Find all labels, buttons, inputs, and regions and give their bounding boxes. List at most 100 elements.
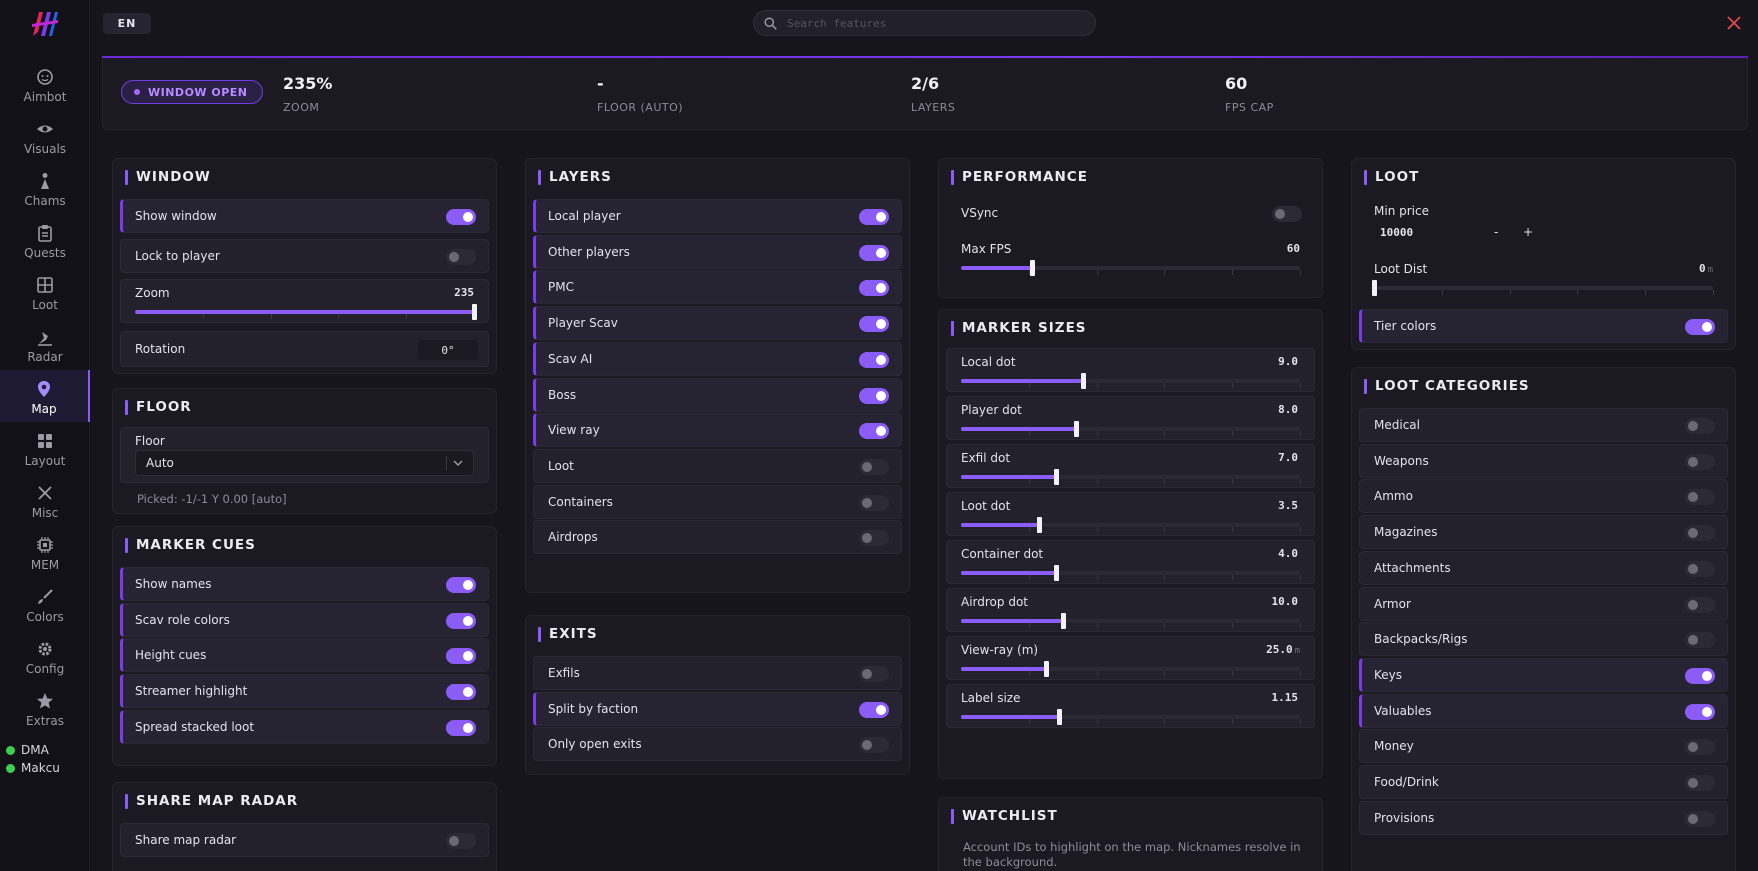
toggle-row[interactable]: Scav AI <box>533 341 902 376</box>
toggle-switch[interactable] <box>1685 560 1715 577</box>
size-slider[interactable] <box>961 469 1301 485</box>
slider-thumb[interactable] <box>1053 469 1059 485</box>
size-slider[interactable] <box>961 421 1301 437</box>
toggle-row[interactable]: Provisions <box>1359 800 1728 835</box>
nav-item-visuals[interactable]: Visuals <box>0 110 90 162</box>
nav-item-mem[interactable]: MEM <box>0 526 90 578</box>
lock-to-player-row[interactable]: Lock to player <box>120 239 489 273</box>
show-window-row[interactable]: Show window <box>120 199 489 233</box>
toggle-row[interactable]: Weapons <box>1359 443 1728 478</box>
toggle-row[interactable]: Other players <box>533 234 902 269</box>
toggle-row[interactable]: Share map radar <box>120 823 489 857</box>
toggle-switch[interactable] <box>1685 525 1715 542</box>
loot-dist-slider[interactable] <box>1372 280 1714 296</box>
toggle-row[interactable]: Show names <box>120 567 489 601</box>
size-slider[interactable] <box>961 517 1301 533</box>
toggle-switch[interactable] <box>1685 489 1715 506</box>
toggle-row[interactable]: Only open exits <box>533 727 902 762</box>
zoom-slider[interactable] <box>135 304 477 320</box>
size-slider[interactable] <box>961 565 1301 581</box>
toggle-switch[interactable] <box>859 530 889 547</box>
nav-item-chams[interactable]: Chams <box>0 162 90 214</box>
toggle-switch[interactable] <box>1685 596 1715 613</box>
nav-item-aimbot[interactable]: Aimbot <box>0 58 90 110</box>
show-window-toggle[interactable] <box>446 209 476 225</box>
toggle-row[interactable]: Food/Drink <box>1359 765 1728 799</box>
slider-thumb[interactable] <box>1372 280 1377 296</box>
toggle-row[interactable]: Player Scav <box>533 306 902 341</box>
toggle-row[interactable]: Valuables <box>1359 693 1728 728</box>
toggle-switch[interactable] <box>1685 418 1715 434</box>
toggle-row[interactable]: Height cues <box>120 638 489 673</box>
nav-item-colors[interactable]: Colors <box>0 578 90 630</box>
slider-thumb[interactable] <box>472 304 477 320</box>
decrement-button[interactable]: - <box>1494 225 1498 239</box>
slider-thumb[interactable] <box>1060 613 1066 629</box>
close-button[interactable] <box>1724 13 1744 33</box>
slider-thumb[interactable] <box>1053 565 1059 581</box>
toggle-switch[interactable] <box>446 648 476 665</box>
toggle-row[interactable]: Medical <box>1359 408 1728 442</box>
vsync-row[interactable]: VSync <box>946 196 1315 230</box>
toggle-row[interactable]: Attachments <box>1359 550 1728 585</box>
search-input[interactable] <box>787 16 1067 30</box>
nav-item-quests[interactable]: Quests <box>0 214 90 266</box>
toggle-row[interactable]: Keys <box>1359 657 1728 692</box>
toggle-switch[interactable] <box>859 458 889 475</box>
slider-thumb[interactable] <box>1074 421 1080 437</box>
max-fps-slider[interactable] <box>961 260 1301 276</box>
toggle-row[interactable]: Exfils <box>533 656 902 690</box>
toggle-switch[interactable] <box>1685 739 1715 756</box>
toggle-row[interactable]: Streamer highlight <box>120 674 489 709</box>
toggle-switch[interactable] <box>446 684 476 701</box>
toggle-row[interactable]: PMC <box>533 270 902 305</box>
lock-to-player-toggle[interactable] <box>446 249 476 265</box>
tier-colors-row[interactable]: Tier colors <box>1359 309 1728 343</box>
tier-colors-toggle[interactable] <box>1685 319 1715 335</box>
toggle-switch[interactable] <box>859 244 889 261</box>
slider-thumb[interactable] <box>1057 709 1063 725</box>
toggle-switch[interactable] <box>859 316 889 333</box>
toggle-switch[interactable] <box>859 423 889 440</box>
toggle-switch[interactable] <box>859 280 889 297</box>
toggle-switch[interactable] <box>1685 667 1715 684</box>
nav-item-misc[interactable]: Misc <box>0 474 90 526</box>
toggle-switch[interactable] <box>859 387 889 404</box>
toggle-switch[interactable] <box>446 719 476 736</box>
toggle-switch[interactable] <box>1685 775 1715 791</box>
toggle-row[interactable]: Boss <box>533 377 902 412</box>
toggle-row[interactable]: Armor <box>1359 586 1728 621</box>
toggle-row[interactable]: Containers <box>533 484 902 519</box>
slider-thumb[interactable] <box>1030 260 1036 276</box>
nav-item-config[interactable]: Config <box>0 630 90 682</box>
toggle-switch[interactable] <box>446 612 476 629</box>
toggle-row[interactable]: Spread stacked loot <box>120 709 489 744</box>
toggle-switch[interactable] <box>859 737 889 754</box>
search-bar[interactable] <box>753 10 1096 36</box>
toggle-switch[interactable] <box>859 701 889 718</box>
nav-item-radar[interactable]: Radar <box>0 318 90 370</box>
toggle-switch[interactable] <box>859 494 889 511</box>
toggle-row[interactable]: Airdrops <box>533 520 902 555</box>
size-slider[interactable] <box>961 709 1301 725</box>
size-slider[interactable] <box>961 613 1301 629</box>
toggle-row[interactable]: Scav role colors <box>120 602 489 637</box>
toggle-switch[interactable] <box>446 833 476 849</box>
nav-item-layout[interactable]: Layout <box>0 422 90 474</box>
slider-thumb[interactable] <box>1036 517 1042 533</box>
toggle-switch[interactable] <box>446 577 476 593</box>
language-button[interactable]: EN <box>103 13 151 34</box>
nav-item-map[interactable]: Map <box>0 370 90 422</box>
toggle-switch[interactable] <box>1685 453 1715 470</box>
nav-item-extras[interactable]: Extras <box>0 682 90 734</box>
toggle-switch[interactable] <box>1685 810 1715 827</box>
toggle-row[interactable]: Loot <box>533 448 902 483</box>
slider-thumb[interactable] <box>1043 661 1049 677</box>
toggle-row[interactable]: Backpacks/Rigs <box>1359 622 1728 657</box>
toggle-row[interactable]: Magazines <box>1359 515 1728 550</box>
size-slider[interactable] <box>961 661 1301 677</box>
toggle-row[interactable]: View ray <box>533 413 902 448</box>
slider-thumb[interactable] <box>1081 373 1087 389</box>
toggle-switch[interactable] <box>1685 632 1715 649</box>
rotation-input[interactable]: 0° <box>418 340 478 360</box>
